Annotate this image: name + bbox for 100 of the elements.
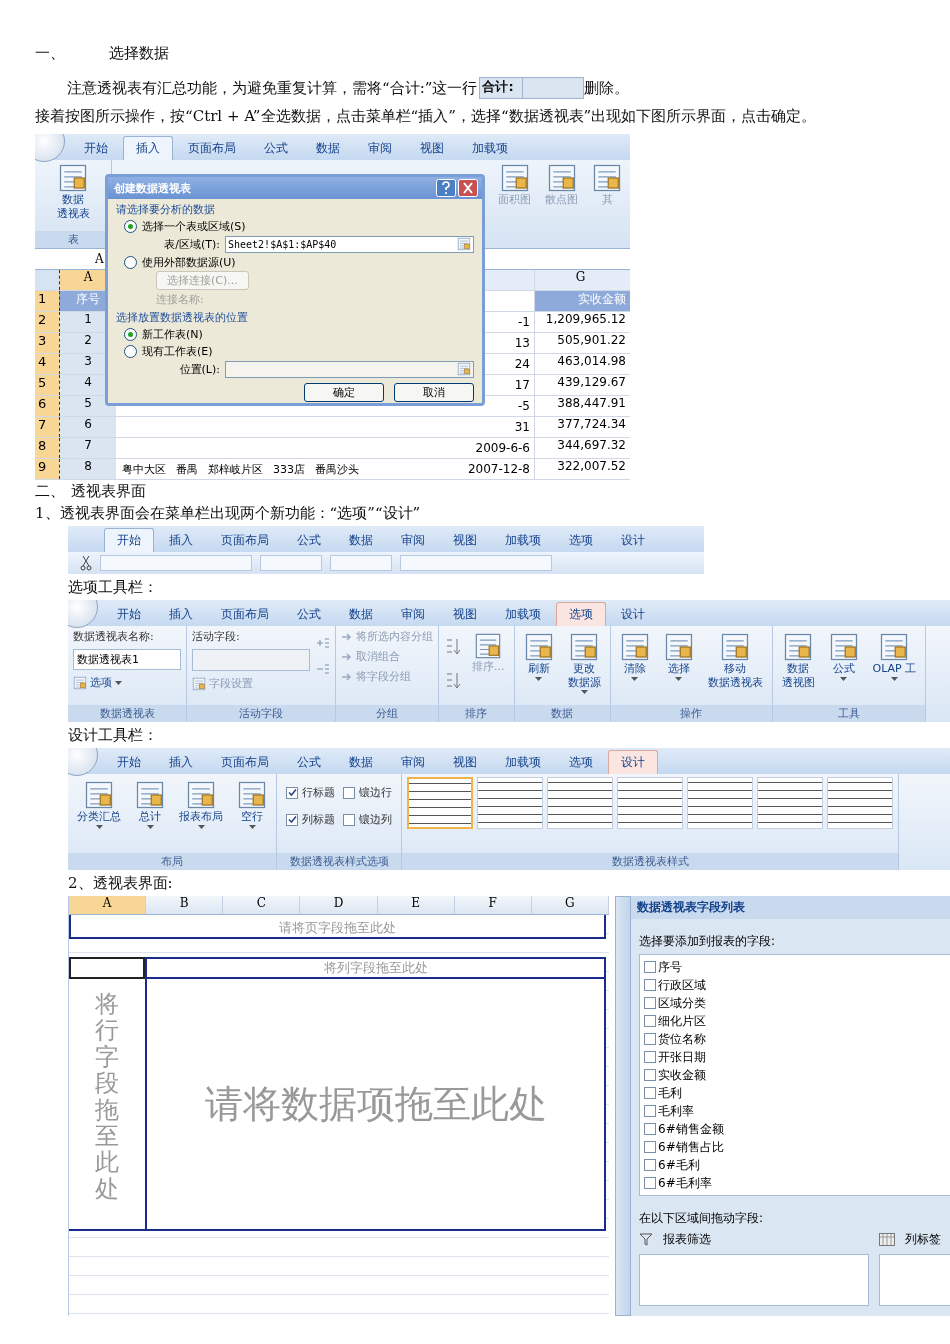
ribbon-button[interactable]: 选择 <box>659 629 698 684</box>
field-name[interactable]: 实收金额 <box>658 1066 706 1084</box>
ribbon-tab[interactable]: 审阅 <box>388 528 438 552</box>
ribbon-tab[interactable]: 公式 <box>284 528 334 552</box>
options-button[interactable]: 选项 <box>73 675 181 690</box>
ribbon-tab[interactable]: 公式 <box>284 750 334 774</box>
ribbon-tab[interactable]: 数据 <box>336 528 386 552</box>
column-header[interactable]: A <box>69 896 147 914</box>
ribbon-tab[interactable]: 视图 <box>440 750 490 774</box>
ribbon-tab[interactable]: 选项 <box>556 602 606 626</box>
field-name[interactable]: 毛利 <box>658 1084 682 1102</box>
row-header[interactable]: 6 <box>35 396 59 416</box>
field-checkbox[interactable] <box>644 1105 656 1117</box>
ribbon-button[interactable]: 总计 <box>131 777 169 832</box>
ribbon-tab[interactable]: 插入 <box>156 602 206 626</box>
field-name[interactable]: 货位名称 <box>658 1030 706 1048</box>
field-name[interactable]: 6#销售占比 <box>658 1138 724 1156</box>
checkbox[interactable] <box>343 786 355 799</box>
table-style-swatch[interactable] <box>827 777 893 829</box>
ribbon-tab[interactable]: 插入 <box>123 136 173 160</box>
ribbon-tab[interactable]: 选项 <box>556 750 606 774</box>
table-style-swatch[interactable] <box>547 777 613 829</box>
column-header[interactable]: E <box>377 896 455 914</box>
name-box[interactable]: A <box>95 252 104 266</box>
row-header[interactable]: 4 <box>35 354 59 374</box>
table-style-swatch[interactable] <box>477 777 543 829</box>
sort-descending-icon[interactable] <box>444 671 462 691</box>
ribbon-tab[interactable]: 加载项 <box>492 602 554 626</box>
ribbon-tab[interactable]: 视图 <box>440 528 490 552</box>
ribbon-tab[interactable]: 页面布局 <box>175 136 249 160</box>
ribbon-button[interactable]: 清除 <box>615 629 654 684</box>
help-icon[interactable] <box>436 179 456 197</box>
ribbon-tab[interactable]: 插入 <box>156 750 206 774</box>
field-name[interactable]: 区域分类 <box>658 994 706 1012</box>
row-header[interactable]: 2 <box>35 312 59 332</box>
expand-icon[interactable] <box>316 637 330 649</box>
ribbon-tab[interactable]: 设计 <box>608 528 658 552</box>
radio-button[interactable] <box>124 344 137 358</box>
field-checkbox[interactable] <box>644 1051 656 1063</box>
field-checkbox[interactable] <box>644 1087 656 1099</box>
field-name[interactable]: 行政区域 <box>658 976 706 994</box>
field-checkbox[interactable] <box>644 1069 656 1081</box>
column-header[interactable]: F <box>454 896 532 914</box>
ribbon-tab[interactable]: 公式 <box>251 136 301 160</box>
ribbon-button[interactable]: 公式 <box>824 629 863 684</box>
ribbon-tab[interactable]: 视图 <box>407 136 457 160</box>
field-checkbox[interactable] <box>644 1123 656 1135</box>
ribbon-button[interactable]: 移动 数据透视表 <box>703 629 767 693</box>
row-header[interactable]: 5 <box>35 375 59 395</box>
field-name[interactable]: 开张日期 <box>658 1048 706 1066</box>
ribbon-button[interactable]: 分类汇总 <box>73 777 125 832</box>
ribbon-tab[interactable]: 加载项 <box>492 528 554 552</box>
field-checkbox[interactable] <box>644 1141 656 1153</box>
field-checkbox[interactable] <box>644 1033 656 1045</box>
row-header[interactable]: 1 <box>35 291 59 311</box>
ribbon-tab[interactable]: 设计 <box>608 750 658 774</box>
ribbon-button[interactable]: 空行 <box>233 777 271 832</box>
ribbon-tab[interactable]: 数据 <box>336 602 386 626</box>
field-checkbox[interactable] <box>644 1015 656 1027</box>
column-header[interactable]: D <box>300 896 378 914</box>
field-checkbox[interactable] <box>644 1159 656 1171</box>
ribbon-tab[interactable]: 审阅 <box>388 750 438 774</box>
radio-button[interactable] <box>124 219 137 233</box>
table-style-swatch[interactable] <box>687 777 753 829</box>
row-header[interactable]: 3 <box>35 333 59 353</box>
column-header[interactable]: C <box>223 896 301 914</box>
row-header[interactable]: 9 <box>35 459 59 479</box>
radio-button[interactable] <box>124 327 137 341</box>
ribbon-tab[interactable]: 加载项 <box>459 136 521 160</box>
scissors-icon[interactable] <box>80 555 92 571</box>
close-icon[interactable] <box>458 179 478 197</box>
scrollbar[interactable] <box>615 896 631 1316</box>
row-header[interactable]: 8 <box>35 438 59 458</box>
drop-area[interactable] <box>639 1254 869 1306</box>
ribbon-tab[interactable]: 选项 <box>556 528 606 552</box>
field-checkbox[interactable] <box>644 997 656 1009</box>
checkbox[interactable] <box>286 786 298 799</box>
field-name[interactable]: 6#毛利 <box>658 1156 700 1174</box>
ok-button[interactable]: 确定 <box>304 383 384 402</box>
ribbon-tab[interactable]: 页面布局 <box>208 602 282 626</box>
ribbon-tab[interactable]: 视图 <box>440 602 490 626</box>
sort-ascending-icon[interactable] <box>444 637 462 657</box>
field-checkbox[interactable] <box>644 1177 656 1189</box>
column-header[interactable]: B <box>146 896 224 914</box>
ribbon-tab[interactable]: 开始 <box>71 136 121 160</box>
checkbox[interactable] <box>286 813 298 826</box>
ribbon-button[interactable]: 刷新 <box>519 629 558 684</box>
table-style-swatch[interactable] <box>757 777 823 829</box>
ribbon-tab[interactable]: 加载项 <box>492 750 554 774</box>
ribbon-tab[interactable]: 页面布局 <box>208 528 282 552</box>
active-field-input[interactable] <box>192 649 310 671</box>
range-field[interactable]: Sheet2!$A$1:$AP$40 <box>225 235 474 253</box>
field-checkbox[interactable] <box>644 979 656 991</box>
ribbon-tab[interactable]: 数据 <box>336 750 386 774</box>
checkbox[interactable] <box>343 813 355 826</box>
ribbon-tab[interactable]: 开始 <box>104 750 154 774</box>
location-field[interactable] <box>225 360 474 378</box>
table-style-swatch[interactable] <box>617 777 683 829</box>
ribbon-tab[interactable]: 设计 <box>608 602 658 626</box>
ribbon-tab[interactable]: 数据 <box>303 136 353 160</box>
